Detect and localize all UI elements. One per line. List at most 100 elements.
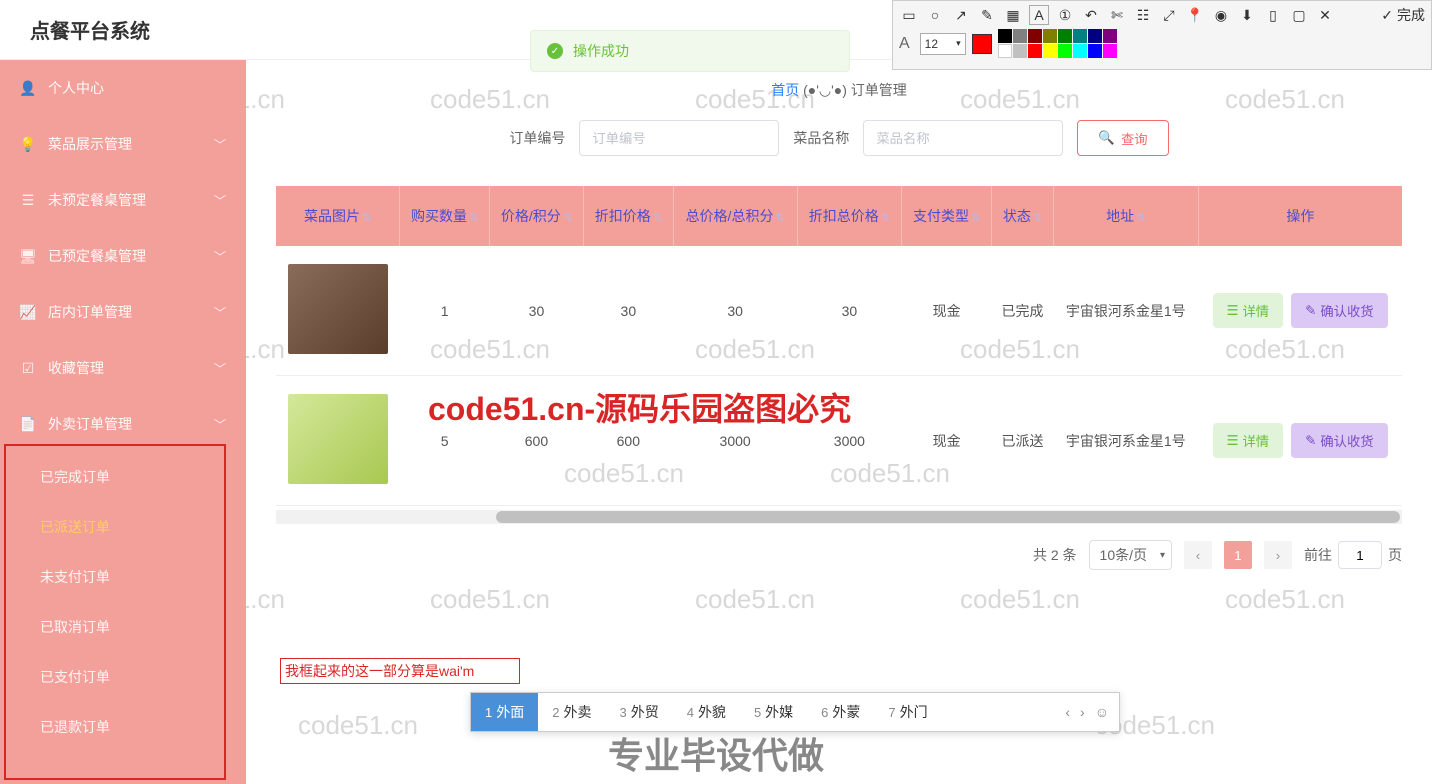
submenu-completed[interactable]: 已完成订单 (0, 452, 246, 502)
close-icon[interactable]: ✕ (1315, 5, 1335, 25)
detail-button[interactable]: ☰详情 (1213, 423, 1284, 458)
ocr-icon[interactable]: ☷ (1133, 5, 1153, 25)
text-tool-icon[interactable]: A (1029, 5, 1049, 25)
record-icon[interactable]: ◉ (1211, 5, 1231, 25)
col-total[interactable]: 总价格/总积分⇅ (673, 186, 797, 246)
undo-icon[interactable]: ↶ (1081, 5, 1101, 25)
sidebar-item-dish-display[interactable]: 💡 菜品展示管理 ﹀ (0, 116, 246, 172)
color-palette (998, 29, 1128, 58)
cell-qty: 5 (400, 376, 490, 506)
col-disc-price[interactable]: 折扣价格⇅ (583, 186, 673, 246)
ime-candidate[interactable]: 4 外貌 (673, 693, 740, 731)
ime-emoji-icon[interactable]: ☺ (1095, 704, 1109, 720)
sidebar-item-unreserved[interactable]: ☰ 未预定餐桌管理 ﹀ (0, 172, 246, 228)
arrow-tool-icon[interactable]: ↗ (951, 5, 971, 25)
goto-input[interactable] (1338, 541, 1382, 569)
submenu-refunded[interactable]: 已退款订单 (0, 702, 246, 752)
font-size-select[interactable]: 12▾ (920, 33, 966, 55)
cut-icon[interactable]: ✄ (1107, 5, 1127, 25)
sort-icon: ⇅ (881, 212, 890, 224)
color-swatch[interactable] (1043, 44, 1057, 58)
submenu-cancelled[interactable]: 已取消订单 (0, 602, 246, 652)
submenu-dispatched[interactable]: 已派送订单 (0, 502, 246, 552)
col-image[interactable]: 菜品图片⇅ (276, 186, 400, 246)
prev-page-button[interactable]: ‹ (1184, 541, 1212, 569)
pin-icon[interactable]: 📍 (1185, 5, 1205, 25)
scrollbar-thumb[interactable] (496, 511, 1400, 523)
color-swatch[interactable] (1088, 29, 1102, 43)
col-address[interactable]: 地址⇅ (1053, 186, 1198, 246)
color-swatch[interactable] (1028, 29, 1042, 43)
sidebar-item-label: 已预定餐桌管理 (48, 246, 214, 266)
check-icon: ✓ (547, 43, 563, 59)
table-container: 菜品图片⇅ 购买数量⇅ 价格/积分⇅ 折扣价格⇅ 总价格/总积分⇅ 折扣总价格⇅… (276, 186, 1402, 524)
color-swatch[interactable] (1058, 29, 1072, 43)
color-swatch[interactable] (1103, 29, 1117, 43)
chevron-down-icon: ﹀ (214, 416, 226, 433)
cell-disc-price: 600 (583, 376, 673, 506)
complete-button[interactable]: ✓ 完成 (1381, 5, 1425, 25)
ime-candidate[interactable]: 2 外卖 (538, 693, 605, 731)
sidebar-item-delivery-order[interactable]: 📄 外卖订单管理 ﹀ (0, 396, 246, 452)
col-disc-total[interactable]: 折扣总价格⇅ (797, 186, 902, 246)
color-swatch[interactable] (1013, 29, 1027, 43)
color-swatch[interactable] (1073, 44, 1087, 58)
submenu-unpaid[interactable]: 未支付订单 (0, 552, 246, 602)
order-id-label: 订单编号 (509, 128, 565, 148)
breadcrumb-home[interactable]: 首页 (771, 82, 799, 98)
col-price[interactable]: 价格/积分⇅ (489, 186, 583, 246)
color-swatch[interactable] (1073, 29, 1087, 43)
col-status[interactable]: 状态⇅ (992, 186, 1054, 246)
ime-candidate[interactable]: 1 外面 (471, 693, 538, 731)
color-swatch[interactable] (1043, 29, 1057, 43)
order-id-input[interactable] (579, 120, 779, 156)
share-icon[interactable]: ▢ (1289, 5, 1309, 25)
sidebar-item-label: 外卖订单管理 (48, 414, 214, 434)
expand-icon[interactable]: ⤢ (1159, 5, 1179, 25)
sidebar: 👤 个人中心 💡 菜品展示管理 ﹀ ☰ 未预定餐桌管理 ﹀ 🖥 已预定餐桌管理 … (0, 60, 246, 784)
mosaic-tool-icon[interactable]: ▦ (1003, 5, 1023, 25)
submenu-paid[interactable]: 已支付订单 (0, 652, 246, 702)
rect-tool-icon[interactable]: ▭ (899, 5, 919, 25)
color-swatch[interactable] (998, 29, 1012, 43)
ime-candidate[interactable]: 6 外蒙 (807, 693, 874, 731)
color-swatch[interactable] (1058, 44, 1072, 58)
selected-color-swatch[interactable] (972, 34, 992, 54)
page-size-select[interactable]: 10条/页 ▾ (1089, 540, 1172, 570)
sort-icon: ⇅ (775, 212, 784, 224)
col-pay-type[interactable]: 支付类型⇅ (902, 186, 992, 246)
circle-tool-icon[interactable]: ○ (925, 5, 945, 25)
confirm-receipt-button[interactable]: ✎确认收货 (1291, 293, 1387, 328)
ime-candidate[interactable]: 3 外贸 (605, 693, 672, 731)
color-swatch[interactable] (1088, 44, 1102, 58)
sidebar-item-favorites[interactable]: ☑ 收藏管理 ﹀ (0, 340, 246, 396)
color-swatch[interactable] (998, 44, 1012, 58)
ime-candidate[interactable]: 5 外媒 (740, 693, 807, 731)
next-page-button[interactable]: › (1264, 541, 1292, 569)
detail-button[interactable]: ☰详情 (1213, 293, 1284, 328)
horizontal-scrollbar[interactable] (276, 510, 1402, 524)
breadcrumb-current: 订单管理 (851, 82, 907, 98)
search-button[interactable]: 🔍 查询 (1077, 120, 1168, 156)
counter-tool-icon[interactable]: ① (1055, 5, 1075, 25)
ime-next-icon[interactable]: › (1080, 704, 1085, 720)
sidebar-item-instore-order[interactable]: 📈 店内订单管理 ﹀ (0, 284, 246, 340)
pen-tool-icon[interactable]: ✎ (977, 5, 997, 25)
col-qty[interactable]: 购买数量⇅ (400, 186, 490, 246)
sidebar-item-personal[interactable]: 👤 个人中心 (0, 60, 246, 116)
annotation-text-input[interactable]: 我框起来的这一部分算是wai'm (280, 658, 520, 684)
sidebar-item-reserved[interactable]: 🖥 已预定餐桌管理 ﹀ (0, 228, 246, 284)
save-icon[interactable]: ▯ (1263, 5, 1283, 25)
confirm-receipt-button[interactable]: ✎确认收货 (1291, 423, 1387, 458)
cell-pay: 现金 (902, 376, 992, 506)
color-swatch[interactable] (1028, 44, 1042, 58)
page-1-button[interactable]: 1 (1224, 541, 1252, 569)
goto-prefix: 前往 (1304, 545, 1332, 565)
dish-name-input[interactable] (863, 120, 1063, 156)
color-swatch[interactable] (1103, 44, 1117, 58)
ime-candidate[interactable]: 7 外门 (874, 693, 941, 731)
cell-disc-total: 30 (797, 246, 902, 376)
download-icon[interactable]: ⬇ (1237, 5, 1257, 25)
ime-prev-icon[interactable]: ‹ (1065, 704, 1070, 720)
color-swatch[interactable] (1013, 44, 1027, 58)
